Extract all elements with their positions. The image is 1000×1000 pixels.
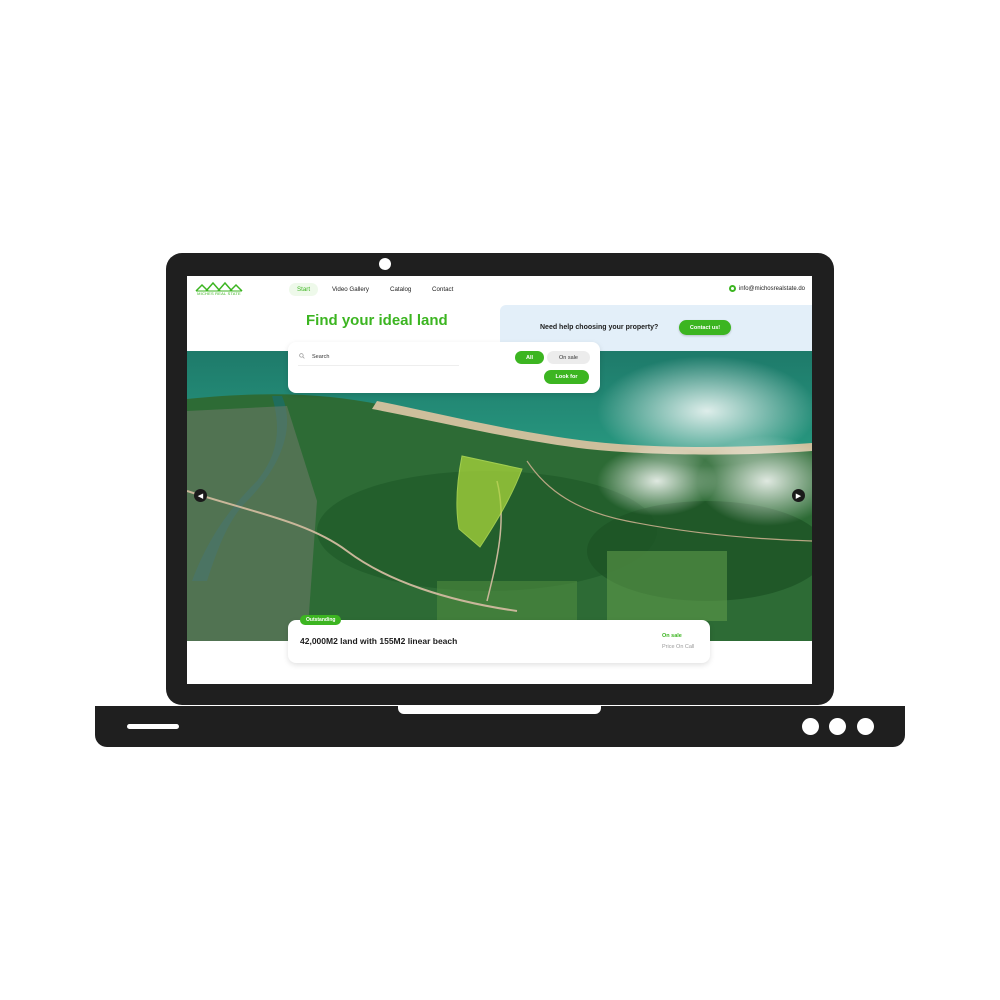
carousel-prev-button[interactable]: ◀: [194, 489, 207, 502]
listing-title: 42,000M2 land with 155M2 linear beach: [300, 636, 458, 646]
email-text: info@michosrealstate.do: [738, 285, 805, 292]
filter-on-sale-button[interactable]: On sale: [547, 351, 590, 364]
laptop-notch: [398, 706, 601, 714]
listing-status: On sale: [662, 633, 682, 639]
nav-item-start[interactable]: Start: [289, 283, 319, 296]
aerial-map-image: [187, 351, 812, 641]
website-screen: MICHES REAL STATE Start Video Gallery Ca…: [187, 276, 812, 684]
featured-listing-card[interactable]: Outstanding 42,000M2 land with 155M2 lin…: [288, 615, 710, 663]
search-panel: All On sale Look for: [288, 342, 600, 393]
contact-us-button[interactable]: Contact us!: [679, 320, 731, 335]
top-nav: MICHES REAL STATE Start Video Gallery Ca…: [187, 276, 812, 304]
laptop-slot: [127, 724, 179, 729]
listing-price: Price On Call: [662, 644, 695, 650]
whatsapp-icon: [728, 285, 736, 292]
page-title: Find your ideal land: [306, 312, 448, 329]
help-text: Need help choosing your property?: [540, 324, 659, 331]
laptop-dot: [857, 718, 874, 735]
camera-icon: [379, 258, 391, 270]
laptop-dot: [829, 718, 846, 735]
filter-all-button[interactable]: All: [515, 351, 544, 364]
look-for-button[interactable]: Look for: [544, 370, 589, 384]
nav-item-contact[interactable]: Contact: [424, 283, 461, 296]
logo-icon[interactable]: [194, 281, 244, 299]
contact-email-link[interactable]: info@michosrealstate.do: [728, 285, 805, 292]
search-input[interactable]: [298, 349, 459, 366]
carousel-next-button[interactable]: ▶: [792, 489, 805, 502]
logo-text: MICHES REAL STATE: [197, 291, 241, 296]
nav-item-video-gallery[interactable]: Video Gallery: [324, 283, 377, 296]
laptop-dot: [802, 718, 819, 735]
outstanding-badge: Outstanding: [300, 615, 342, 625]
nav-item-catalog[interactable]: Catalog: [382, 283, 419, 296]
